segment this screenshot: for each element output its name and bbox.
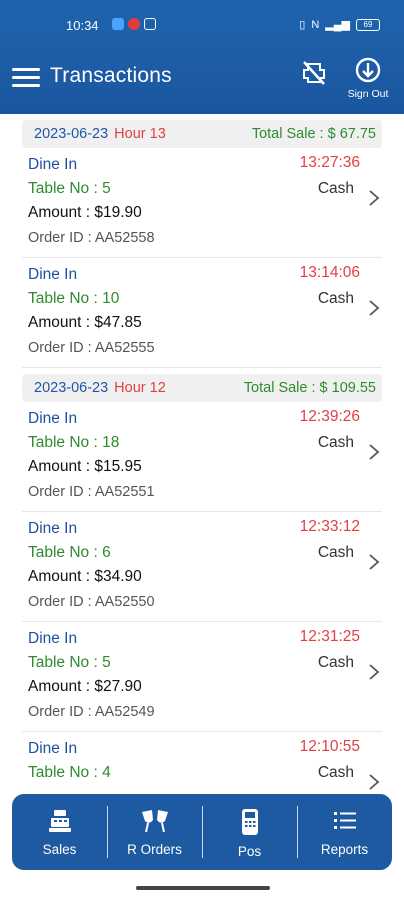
- transaction-time: 12:39:26: [299, 408, 360, 425]
- order-id: Order ID : AA52550: [28, 594, 155, 610]
- transaction-time: 12:33:12: [299, 518, 360, 535]
- payment-method: Cash: [317, 764, 354, 781]
- amount: Amount : $15.95: [28, 458, 142, 475]
- instagram-icon: [144, 18, 156, 30]
- hamburger-menu-icon[interactable]: [12, 68, 40, 88]
- group-date: 2023-06-23: [34, 380, 109, 396]
- bottom-navigation: Sales R Orders Pos Reports: [12, 794, 392, 870]
- payment-method: Cash: [317, 180, 354, 197]
- app-bar: Transactions Sign Out: [0, 52, 404, 114]
- nav-label: R Orders: [127, 842, 182, 857]
- table-number: Table No : 5: [28, 654, 111, 671]
- chevron-right-icon: [369, 444, 380, 460]
- status-system-icons: ▯ N ▂▄▆ 69: [299, 18, 380, 31]
- amount: Amount : $34.90: [28, 568, 142, 585]
- group-hour: Hour 13: [114, 126, 166, 142]
- transaction-row[interactable]: Dine In Table No : 5 Amount : $19.90 Ord…: [22, 148, 382, 258]
- order-type: Dine In: [28, 410, 78, 427]
- group-total-sale: Total Sale : $ 67.75: [251, 126, 376, 142]
- app-notification-icon: [128, 18, 140, 30]
- order-type: Dine In: [28, 630, 78, 647]
- transaction-row[interactable]: Dine In Table No : 4 12:10:55 Cash: [22, 732, 382, 794]
- transaction-time: 12:10:55: [299, 738, 360, 755]
- order-type: Dine In: [28, 266, 78, 283]
- nav-label: Pos: [237, 844, 262, 859]
- amount: Amount : $47.85: [28, 314, 142, 331]
- group-total-sale: Total Sale : $ 109.55: [243, 380, 376, 396]
- order-id: Order ID : AA52549: [28, 704, 155, 720]
- nav-label: Reports: [320, 842, 369, 857]
- battery-icon: 69: [356, 18, 380, 31]
- home-indicator[interactable]: [136, 886, 270, 890]
- payment-method: Cash: [317, 290, 354, 307]
- order-id: Order ID : AA52551: [28, 484, 155, 500]
- transaction-time: 13:14:06: [299, 264, 360, 281]
- nfc-icon: N: [311, 18, 320, 31]
- table-number: Table No : 4: [28, 764, 111, 781]
- transaction-time: 12:31:25: [299, 628, 360, 645]
- payment-method: Cash: [317, 434, 354, 451]
- order-type: Dine In: [28, 740, 78, 757]
- table-number: Table No : 5: [28, 180, 111, 197]
- sign-out-label: Sign Out: [347, 88, 389, 100]
- group-date: 2023-06-23: [34, 126, 109, 142]
- group-header: 2023-06-23 Hour 13 Total Sale : $ 67.75: [22, 120, 382, 148]
- table-number: Table No : 6: [28, 544, 111, 561]
- table-number: Table No : 18: [28, 434, 120, 451]
- sign-out-icon: [355, 57, 381, 83]
- nav-reports[interactable]: Reports: [297, 794, 392, 870]
- pos-terminal-icon: [241, 809, 258, 835]
- table-number: Table No : 10: [28, 290, 120, 307]
- list-icon: [333, 812, 356, 829]
- transaction-time: 13:27:36: [299, 154, 360, 171]
- page-title: Transactions: [50, 64, 172, 87]
- amount: Amount : $19.90: [28, 204, 142, 221]
- chevron-right-icon: [369, 664, 380, 680]
- chevron-right-icon: [369, 774, 380, 790]
- chevron-right-icon: [369, 300, 380, 316]
- cash-register-icon: [48, 810, 71, 832]
- sign-out-button[interactable]: Sign Out: [340, 56, 396, 108]
- chevron-right-icon: [369, 554, 380, 570]
- order-type: Dine In: [28, 520, 78, 537]
- transaction-row[interactable]: Dine In Table No : 5 Amount : $27.90 Ord…: [22, 622, 382, 732]
- transaction-list[interactable]: 2023-06-23 Hour 13 Total Sale : $ 67.75 …: [0, 114, 404, 794]
- transaction-row[interactable]: Dine In Table No : 18 Amount : $15.95 Or…: [22, 402, 382, 512]
- payment-method: Cash: [317, 654, 354, 671]
- transaction-row[interactable]: Dine In Table No : 10 Amount : $47.85 Or…: [22, 258, 382, 368]
- vibrate-icon: ▯: [299, 19, 306, 31]
- cheers-icon: [141, 810, 168, 833]
- status-notification-icons: [112, 18, 156, 30]
- nav-sales[interactable]: Sales: [12, 794, 107, 870]
- nav-label: Sales: [42, 842, 77, 857]
- nav-pos[interactable]: Pos: [202, 794, 297, 870]
- order-id: Order ID : AA52558: [28, 230, 155, 246]
- status-time: 10:34: [66, 18, 99, 33]
- chevron-right-icon: [369, 190, 380, 206]
- nav-r-orders[interactable]: R Orders: [107, 794, 202, 870]
- status-bar: 10:34 ▯ N ▂▄▆ 69: [0, 0, 404, 52]
- order-type: Dine In: [28, 156, 78, 173]
- order-id: Order ID : AA52555: [28, 340, 155, 356]
- group-header: 2023-06-23 Hour 12 Total Sale : $ 109.55: [22, 374, 382, 402]
- payment-method: Cash: [317, 544, 354, 561]
- group-hour: Hour 12: [114, 380, 166, 396]
- printer-off-icon[interactable]: [300, 58, 328, 86]
- transaction-row[interactable]: Dine In Table No : 6 Amount : $34.90 Ord…: [22, 512, 382, 622]
- amount: Amount : $27.90: [28, 678, 142, 695]
- signal-icon: ▂▄▆: [325, 19, 350, 31]
- cloud-icon: [112, 18, 124, 30]
